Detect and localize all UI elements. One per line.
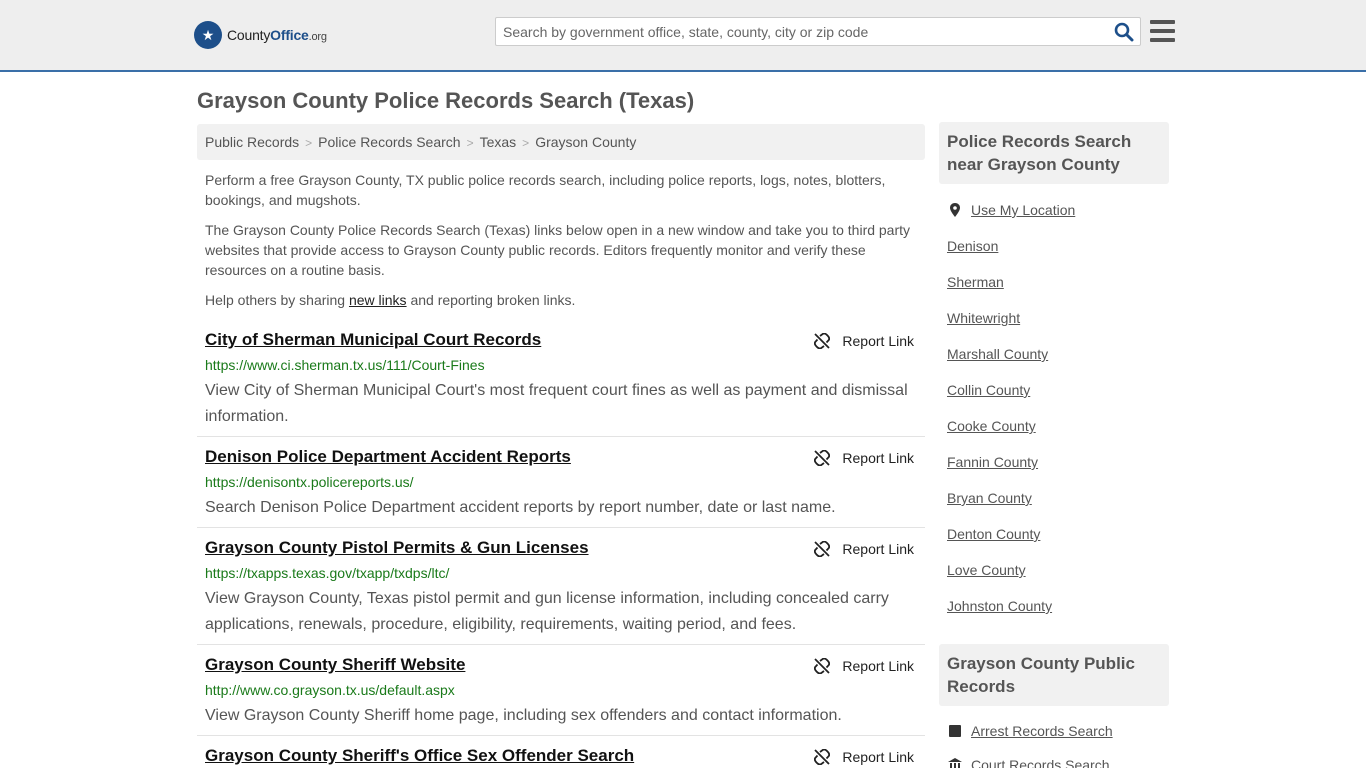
- nearby-link-denton-county[interactable]: Denton County: [947, 526, 1040, 542]
- search-box: [495, 17, 1141, 46]
- breadcrumb-separator: >: [522, 136, 530, 150]
- result-url: http://www.co.grayson.tx.us/default.aspx: [205, 682, 455, 698]
- court-records-search-link[interactable]: Court Records Search: [971, 757, 1110, 768]
- arrest-records-search-link[interactable]: Arrest Records Search: [971, 723, 1113, 739]
- courthouse-icon: [948, 758, 962, 768]
- sidebar-nearby-heading: Police Records Search near Grayson Count…: [939, 122, 1169, 184]
- broken-link-icon: [814, 749, 831, 765]
- search-input[interactable]: [503, 22, 1103, 42]
- nearby-link-bryan-county[interactable]: Bryan County: [947, 490, 1032, 506]
- broken-link-icon: [814, 541, 831, 557]
- nearby-link-sherman[interactable]: Sherman: [947, 274, 1004, 290]
- report-link-label: Report Link: [842, 749, 914, 765]
- result-title-link[interactable]: Grayson County Sheriff's Office Sex Offe…: [205, 746, 634, 766]
- result-item: Grayson County Sheriff Website Report Li…: [197, 655, 925, 736]
- sidebar-public-records-heading: Grayson County Public Records: [939, 644, 1169, 706]
- site-header: ★ CountyOffice.org: [0, 0, 1366, 72]
- report-link-button[interactable]: Report Link: [814, 333, 914, 349]
- use-my-location-item: Use My Location: [947, 202, 1075, 218]
- nearby-link-denison[interactable]: Denison: [947, 238, 998, 254]
- arrest-records-icon: [949, 725, 961, 737]
- result-description: Search Denison Police Department acciden…: [205, 499, 836, 516]
- broken-link-icon: [814, 333, 831, 349]
- breadcrumb-police-records-search[interactable]: Police Records Search: [318, 134, 460, 150]
- breadcrumb-texas[interactable]: Texas: [480, 134, 517, 150]
- result-title-link[interactable]: Grayson County Pistol Permits & Gun Lice…: [205, 538, 589, 558]
- intro-paragraph: Perform a free Grayson County, TX public…: [205, 172, 886, 208]
- report-link-button[interactable]: Report Link: [814, 749, 914, 765]
- nearby-link-collin-county[interactable]: Collin County: [947, 382, 1030, 398]
- result-item: Grayson County Pistol Permits & Gun Lice…: [197, 538, 925, 645]
- page-title: Grayson County Police Records Search (Te…: [197, 88, 695, 113]
- result-description: View City of Sherman Municipal Court's m…: [205, 382, 908, 425]
- report-link-label: Report Link: [842, 333, 914, 349]
- nearby-link-love-county[interactable]: Love County: [947, 562, 1026, 578]
- nearby-link-marshall-county[interactable]: Marshall County: [947, 346, 1048, 362]
- breadcrumb-public-records[interactable]: Public Records: [205, 134, 299, 150]
- location-pin-icon: [950, 203, 960, 217]
- broken-link-icon: [814, 450, 831, 466]
- result-title-link[interactable]: City of Sherman Municipal Court Records: [205, 330, 541, 350]
- hamburger-menu-icon[interactable]: [1150, 20, 1175, 42]
- report-link-button[interactable]: Report Link: [814, 541, 914, 557]
- nearby-link-fannin-county[interactable]: Fannin County: [947, 454, 1038, 470]
- breadcrumb-separator: >: [466, 136, 474, 150]
- breadcrumb-current: Grayson County: [535, 134, 637, 150]
- result-item: City of Sherman Municipal Court Records …: [197, 330, 925, 437]
- search-icon[interactable]: [1114, 22, 1134, 42]
- result-description: View Grayson County Sheriff home page, i…: [205, 707, 842, 724]
- report-link-label: Report Link: [842, 541, 914, 557]
- nearby-link-johnston-county[interactable]: Johnston County: [947, 598, 1052, 614]
- sharing-paragraph: Help others by sharing new links and rep…: [205, 292, 576, 308]
- result-url: https://www.ci.sherman.tx.us/111/Court-F…: [205, 357, 485, 373]
- result-url: https://txapps.texas.gov/txapp/txdps/ltc…: [205, 565, 450, 581]
- result-url: https://denisontx.policereports.us/: [205, 474, 414, 490]
- breadcrumb-separator: >: [305, 136, 313, 150]
- broken-link-icon: [814, 658, 831, 674]
- site-logo[interactable]: ★ CountyOffice.org: [194, 21, 327, 49]
- arrest-records-item: Arrest Records Search: [947, 723, 1113, 739]
- logo-seal-icon: ★: [194, 21, 222, 49]
- result-title-link[interactable]: Grayson County Sheriff Website: [205, 655, 465, 675]
- result-item: Grayson County Sheriff's Office Sex Offe…: [197, 746, 925, 768]
- new-links-link[interactable]: new links: [349, 292, 407, 308]
- use-my-location-link[interactable]: Use My Location: [971, 202, 1075, 218]
- result-item: Denison Police Department Accident Repor…: [197, 447, 925, 528]
- disclaimer-paragraph: The Grayson County Police Records Search…: [205, 222, 911, 278]
- report-link-button[interactable]: Report Link: [814, 450, 914, 466]
- court-records-item: Court Records Search: [947, 757, 1110, 768]
- logo-text: CountyOffice.org: [227, 27, 327, 43]
- nearby-link-cooke-county[interactable]: Cooke County: [947, 418, 1036, 434]
- report-link-label: Report Link: [842, 450, 914, 466]
- report-link-label: Report Link: [842, 658, 914, 674]
- nearby-link-whitewright[interactable]: Whitewright: [947, 310, 1020, 326]
- report-link-button[interactable]: Report Link: [814, 658, 914, 674]
- result-title-link[interactable]: Denison Police Department Accident Repor…: [205, 447, 571, 467]
- result-description: View Grayson County, Texas pistol permit…: [205, 590, 889, 633]
- breadcrumb: Public Records > Police Records Search > Tex…: [197, 124, 925, 160]
